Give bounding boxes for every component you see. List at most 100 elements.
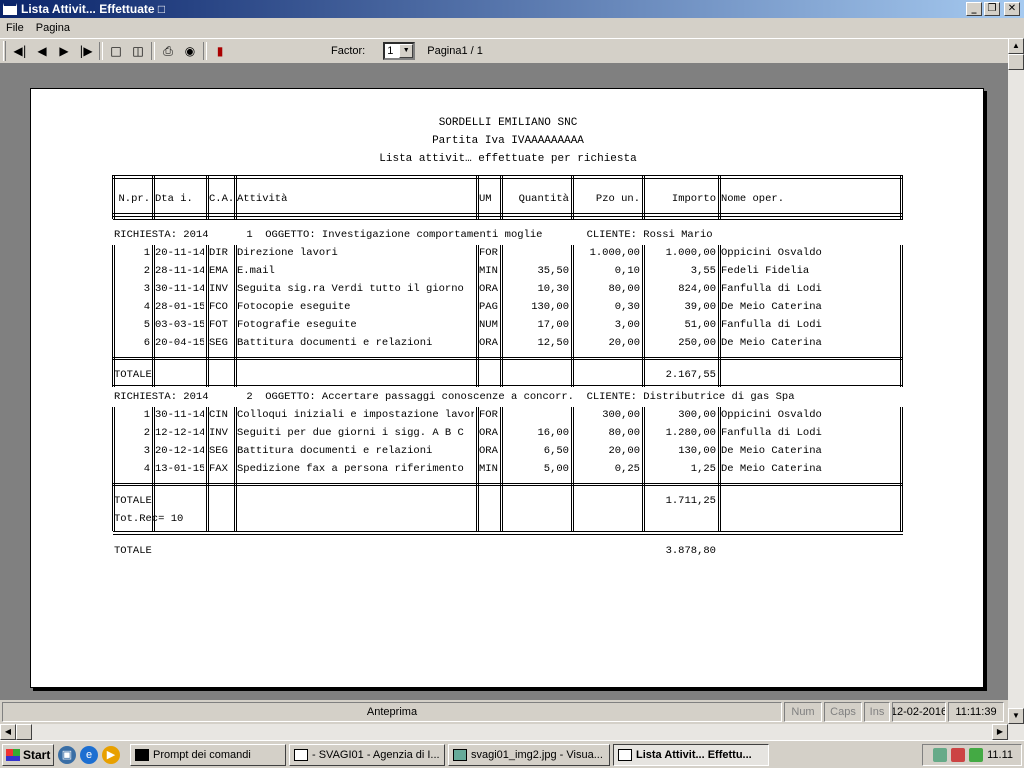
menu-file[interactable]: File: [0, 22, 30, 34]
scroll-right-icon[interactable]: ▶: [992, 724, 1008, 740]
table-cell: De Meio Caterina: [721, 463, 822, 475]
status-date: 12-02-2016: [892, 702, 946, 722]
table-cell: MIN: [479, 265, 498, 277]
column-header: Pzo un.: [595, 193, 640, 205]
table-cell: 5: [143, 319, 150, 331]
table-cell: Fotografie eseguite: [237, 319, 357, 331]
horizontal-scrollbar[interactable]: ◀ ▶: [0, 724, 1024, 740]
media-player-icon[interactable]: ▶: [102, 745, 120, 764]
column-header: Dta i.: [155, 193, 193, 205]
table-cell: 80,00: [608, 427, 640, 439]
column-divider: [154, 245, 155, 387]
column-divider: [236, 175, 237, 219]
toolbar-grip[interactable]: [3, 41, 6, 61]
table-cell: E.mail: [237, 265, 275, 277]
table-cell: ORA: [479, 427, 498, 439]
status-num: Num: [784, 702, 822, 722]
status-time: 11:11:39: [948, 702, 1004, 722]
start-label: Start: [23, 747, 51, 762]
page-indicator: Pagina1 / 1: [427, 45, 483, 57]
report-page: SORDELLI EMILIANO SNC Partita Iva IVAAAA…: [30, 88, 984, 688]
task-image-viewer[interactable]: svagi01_img2.jpg - Visua...: [448, 743, 610, 766]
column-divider: [644, 175, 645, 219]
minimize-button[interactable]: _: [966, 2, 982, 16]
table-cell: 2: [143, 265, 150, 277]
column-divider: [500, 407, 501, 531]
image-icon: [453, 748, 467, 761]
table-cell: 2: [143, 427, 150, 439]
table-cell: FAX: [209, 463, 228, 475]
network-icon[interactable]: [933, 748, 948, 762]
task-label: Prompt dei comandi: [153, 748, 251, 761]
table-cell: 3,00: [614, 319, 640, 331]
report-vat: Partita Iva IVAAAAAAAAA: [432, 135, 584, 147]
print-icon[interactable]: ⎙: [157, 41, 179, 61]
table-cell: 5,00: [543, 463, 569, 475]
table-cell: 1.000,00: [589, 247, 640, 259]
scroll-thumb[interactable]: [1008, 54, 1024, 70]
table-border: [114, 175, 115, 219]
group-total-value: 1.711,25: [665, 495, 716, 507]
scroll-down-icon[interactable]: ▼: [1008, 708, 1024, 724]
column-divider: [571, 245, 572, 387]
task-svagi01[interactable]: - SVAGI01 - Agenzia di I...: [289, 743, 445, 766]
menu-pagina[interactable]: Pagina: [30, 22, 76, 34]
table-cell: EMA: [209, 265, 228, 277]
table-cell: INV: [209, 427, 228, 439]
table-cell: FOR: [479, 247, 498, 259]
group-header: RICHIESTA: 2014 2 OGGETTO: Accertare pas…: [114, 391, 795, 403]
previous-page-icon[interactable]: ◀: [31, 41, 53, 61]
security-icon[interactable]: [951, 748, 966, 762]
sync-icon[interactable]: [969, 748, 984, 762]
table-rule: [113, 219, 903, 220]
table-cell: NUM: [479, 319, 498, 331]
console-icon: [135, 748, 149, 761]
table-cell: ORA: [479, 445, 498, 457]
factor-select[interactable]: 1 ▼: [383, 42, 416, 60]
last-page-icon[interactable]: |▶: [75, 41, 97, 61]
toolbar: ◀| ◀ ▶ |▶ □ ◫ ⎙ ◉ ▮ Factor: 1 ▼ Pagina1 …: [0, 38, 1008, 64]
column-divider: [502, 245, 503, 387]
task-lista-attivita[interactable]: Lista Attivit... Effettu...: [613, 743, 769, 766]
export-icon[interactable]: ◉: [179, 41, 201, 61]
table-cell: ORA: [479, 283, 498, 295]
exit-icon[interactable]: ▮: [209, 41, 231, 61]
factor-label: Factor:: [331, 45, 366, 57]
column-divider: [718, 175, 719, 219]
column-divider: [152, 407, 153, 531]
column-divider: [478, 407, 479, 531]
table-cell: 130,00: [678, 445, 716, 457]
scroll-left-icon[interactable]: ◀: [0, 724, 16, 740]
table-cell: MIN: [479, 463, 498, 475]
desktop-icon[interactable]: ▣: [58, 745, 76, 764]
table-cell: FOR: [479, 409, 498, 421]
browser-icon[interactable]: e: [80, 745, 98, 764]
report-company: SORDELLI EMILIANO SNC: [438, 117, 578, 129]
start-button[interactable]: Start: [2, 743, 54, 766]
windows-logo-icon: [6, 748, 20, 761]
column-divider: [573, 407, 574, 531]
restore-button[interactable]: ❐: [984, 2, 1000, 16]
column-divider: [208, 175, 209, 219]
column-divider: [573, 245, 574, 387]
first-page-icon[interactable]: ◀|: [9, 41, 31, 61]
table-cell: 0,25: [614, 463, 640, 475]
table-border: [114, 245, 115, 387]
table-cell: 1,25: [690, 463, 716, 475]
single-page-icon[interactable]: □: [105, 41, 127, 61]
toolbar-separator: [97, 41, 105, 61]
table-cell: 39,00: [684, 301, 716, 313]
scroll-up-icon[interactable]: ▲: [1008, 38, 1024, 54]
column-divider: [571, 175, 572, 219]
column-divider: [234, 245, 235, 387]
table-rule: [113, 483, 903, 484]
vertical-scrollbar[interactable]: ▲ ▼: [1008, 38, 1024, 724]
column-divider: [478, 175, 479, 219]
column-divider: [720, 175, 721, 219]
chevron-down-icon[interactable]: ▼: [399, 44, 414, 58]
hscroll-thumb[interactable]: [16, 724, 32, 740]
task-command-prompt[interactable]: Prompt dei comandi: [130, 743, 286, 766]
two-pages-icon[interactable]: ◫: [127, 41, 149, 61]
close-button[interactable]: ✕: [1004, 2, 1020, 16]
next-page-icon[interactable]: ▶: [53, 41, 75, 61]
